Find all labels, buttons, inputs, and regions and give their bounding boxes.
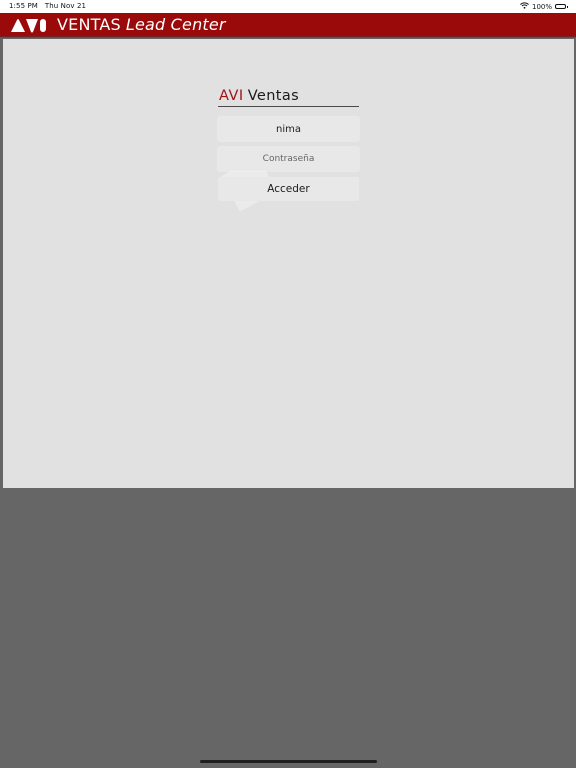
home-indicator[interactable] [200,760,377,763]
login-button[interactable]: Acceder [218,177,359,201]
status-indicators: 100% [520,2,568,11]
main-panel: AVIVentas Acceder [3,39,574,488]
password-field[interactable] [218,147,359,171]
username-field[interactable] [218,117,359,141]
avi-logo-icon [9,16,51,34]
status-bar: 1:55 PM Thu Nov 21 100% [0,0,576,13]
app-title-main: VENTAS [57,15,121,34]
app-title: VENTAS Lead Center [57,15,226,34]
brand-heading: AVI Ventas [218,86,359,107]
brand-prefix: AVI [219,88,244,104]
wifi-icon [520,2,529,11]
status-time-date: 1:55 PM Thu Nov 21 [9,2,86,10]
battery-icon [555,4,568,9]
login-button-label: Acceder [267,183,310,195]
status-time: 1:55 PM [9,2,38,10]
status-date: Thu Nov 21 [44,2,87,10]
app-title-sub: Lead Center [125,15,226,34]
header-shadow [0,36,576,38]
brand-suffix: Ventas [247,88,300,104]
app-header: VENTAS Lead Center [0,13,576,36]
battery-percent: 100% [531,2,552,11]
login-form: AVIVentas Acceder [218,86,359,201]
